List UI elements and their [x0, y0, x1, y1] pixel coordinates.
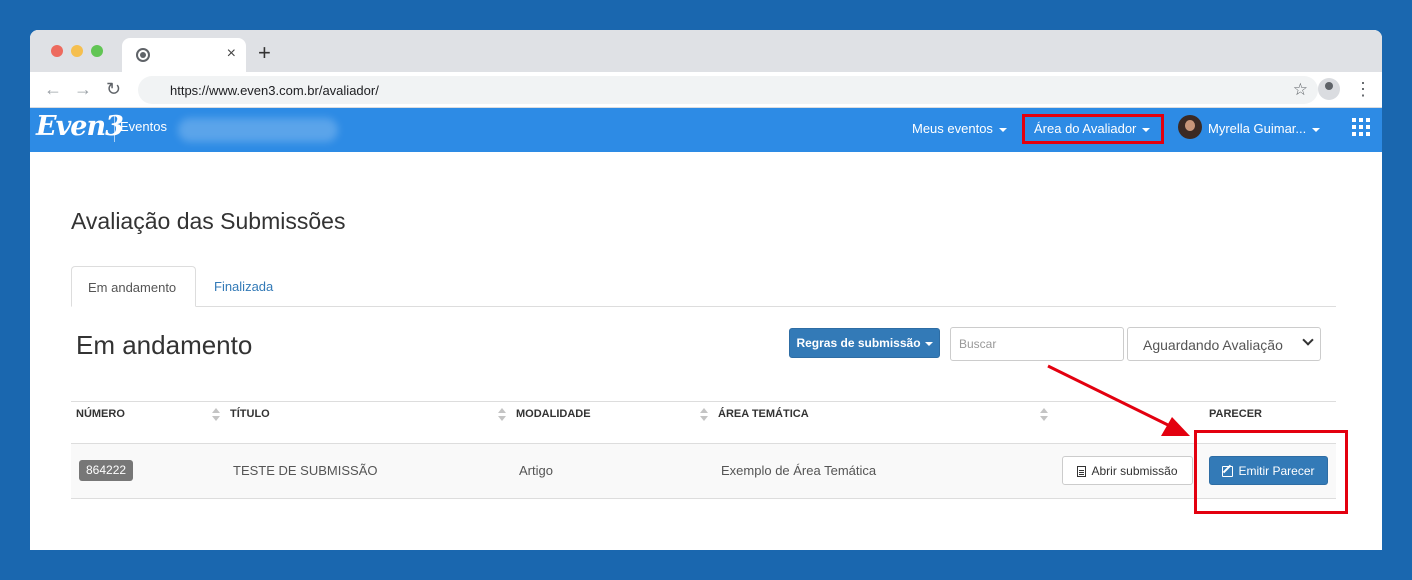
eventos-link[interactable]: Eventos [120, 119, 167, 134]
abrir-submissao-label: Abrir submissão [1091, 463, 1178, 478]
forward-arrow-icon[interactable]: → [74, 78, 92, 100]
blurred-region [178, 118, 338, 142]
column-header-modalidade[interactable]: MODALIDADE [516, 408, 591, 420]
status-select-value: Aguardando Avaliação [1143, 337, 1283, 353]
caret-down-icon [998, 127, 1007, 132]
minimize-window-button[interactable] [71, 45, 83, 57]
column-header-numero[interactable]: NÚMERO [76, 408, 125, 420]
tab-finalizada[interactable]: Finalizada [198, 266, 289, 307]
profile-icon[interactable] [1318, 78, 1340, 100]
tab-em-andamento[interactable]: Em andamento [71, 266, 196, 307]
browser-toolbar: ← → ↻ https://www.even3.com.br/avaliador… [30, 72, 1382, 108]
document-icon [1077, 465, 1087, 477]
column-header-titulo[interactable]: TÍTULO [230, 408, 270, 420]
abrir-submissao-button[interactable]: Abrir submissão [1062, 456, 1193, 485]
highlight-box-emitir-parecer [1194, 430, 1348, 514]
meus-eventos-dropdown[interactable]: Meus eventos [912, 121, 1007, 136]
bookmark-star-icon[interactable]: ☆ [1293, 80, 1308, 100]
logo-divider [114, 116, 115, 142]
page-title: Avaliação das Submissões [71, 208, 346, 234]
search-input[interactable] [950, 327, 1124, 361]
submission-modalidade: Artigo [519, 463, 553, 478]
arrow-line [1047, 364, 1171, 428]
regras-submissao-label: Regras de submissão [796, 336, 921, 350]
chevron-down-icon [1302, 334, 1314, 346]
browser-menu-icon[interactable]: ⋮ [1354, 78, 1372, 100]
sort-icon[interactable] [498, 408, 506, 422]
caret-down-icon [924, 341, 933, 346]
arrow-head [1161, 417, 1190, 436]
meus-eventos-label: Meus eventos [912, 121, 993, 136]
chrome-favicon-icon [136, 48, 150, 62]
sort-icon[interactable] [212, 408, 220, 422]
user-menu-dropdown[interactable]: Myrella Guimar... [1208, 121, 1321, 136]
caret-down-icon [1312, 127, 1321, 132]
column-header-area-tematica[interactable]: ÁREA TEMÁTICA [718, 408, 809, 420]
sort-icon[interactable] [1040, 408, 1048, 422]
even3-logo[interactable]: Even3 [36, 111, 124, 142]
column-header-parecer: PARECER [1209, 408, 1262, 420]
browser-window: × + ← → ↻ https://www.even3.com.br/avali… [30, 30, 1382, 550]
reload-icon[interactable]: ↻ [106, 78, 121, 100]
close-window-button[interactable] [51, 45, 63, 57]
regras-submissao-button[interactable]: Regras de submissão [789, 328, 940, 358]
submission-area: Exemplo de Área Temática [721, 463, 877, 478]
address-bar[interactable]: https://www.even3.com.br/avaliador/ ☆ [138, 76, 1318, 104]
table-top-border [71, 401, 1336, 402]
submission-number-badge: 864222 [79, 460, 134, 481]
sort-icon[interactable] [700, 408, 708, 422]
maximize-window-button[interactable] [91, 45, 103, 57]
user-name-label: Myrella Guimar... [1208, 121, 1307, 136]
avatar[interactable] [1178, 115, 1202, 139]
new-tab-button[interactable]: + [258, 42, 271, 64]
section-title: Em andamento [76, 330, 253, 360]
tab-close-icon[interactable]: × [227, 45, 236, 63]
url-text: https://www.even3.com.br/avaliador/ [170, 83, 379, 98]
browser-tab-strip: × + [30, 30, 1382, 72]
browser-tab[interactable]: × [122, 38, 246, 72]
submission-title: TESTE DE SUBMISSÃO [233, 463, 378, 478]
highlight-box-area-avaliador [1022, 114, 1164, 144]
status-select[interactable]: Aguardando Avaliação [1127, 327, 1321, 361]
back-arrow-icon[interactable]: ← [44, 78, 62, 100]
app-navbar: Even3 Eventos Meus eventos Área do Avali… [30, 108, 1382, 152]
apps-grid-icon[interactable] [1352, 118, 1370, 136]
